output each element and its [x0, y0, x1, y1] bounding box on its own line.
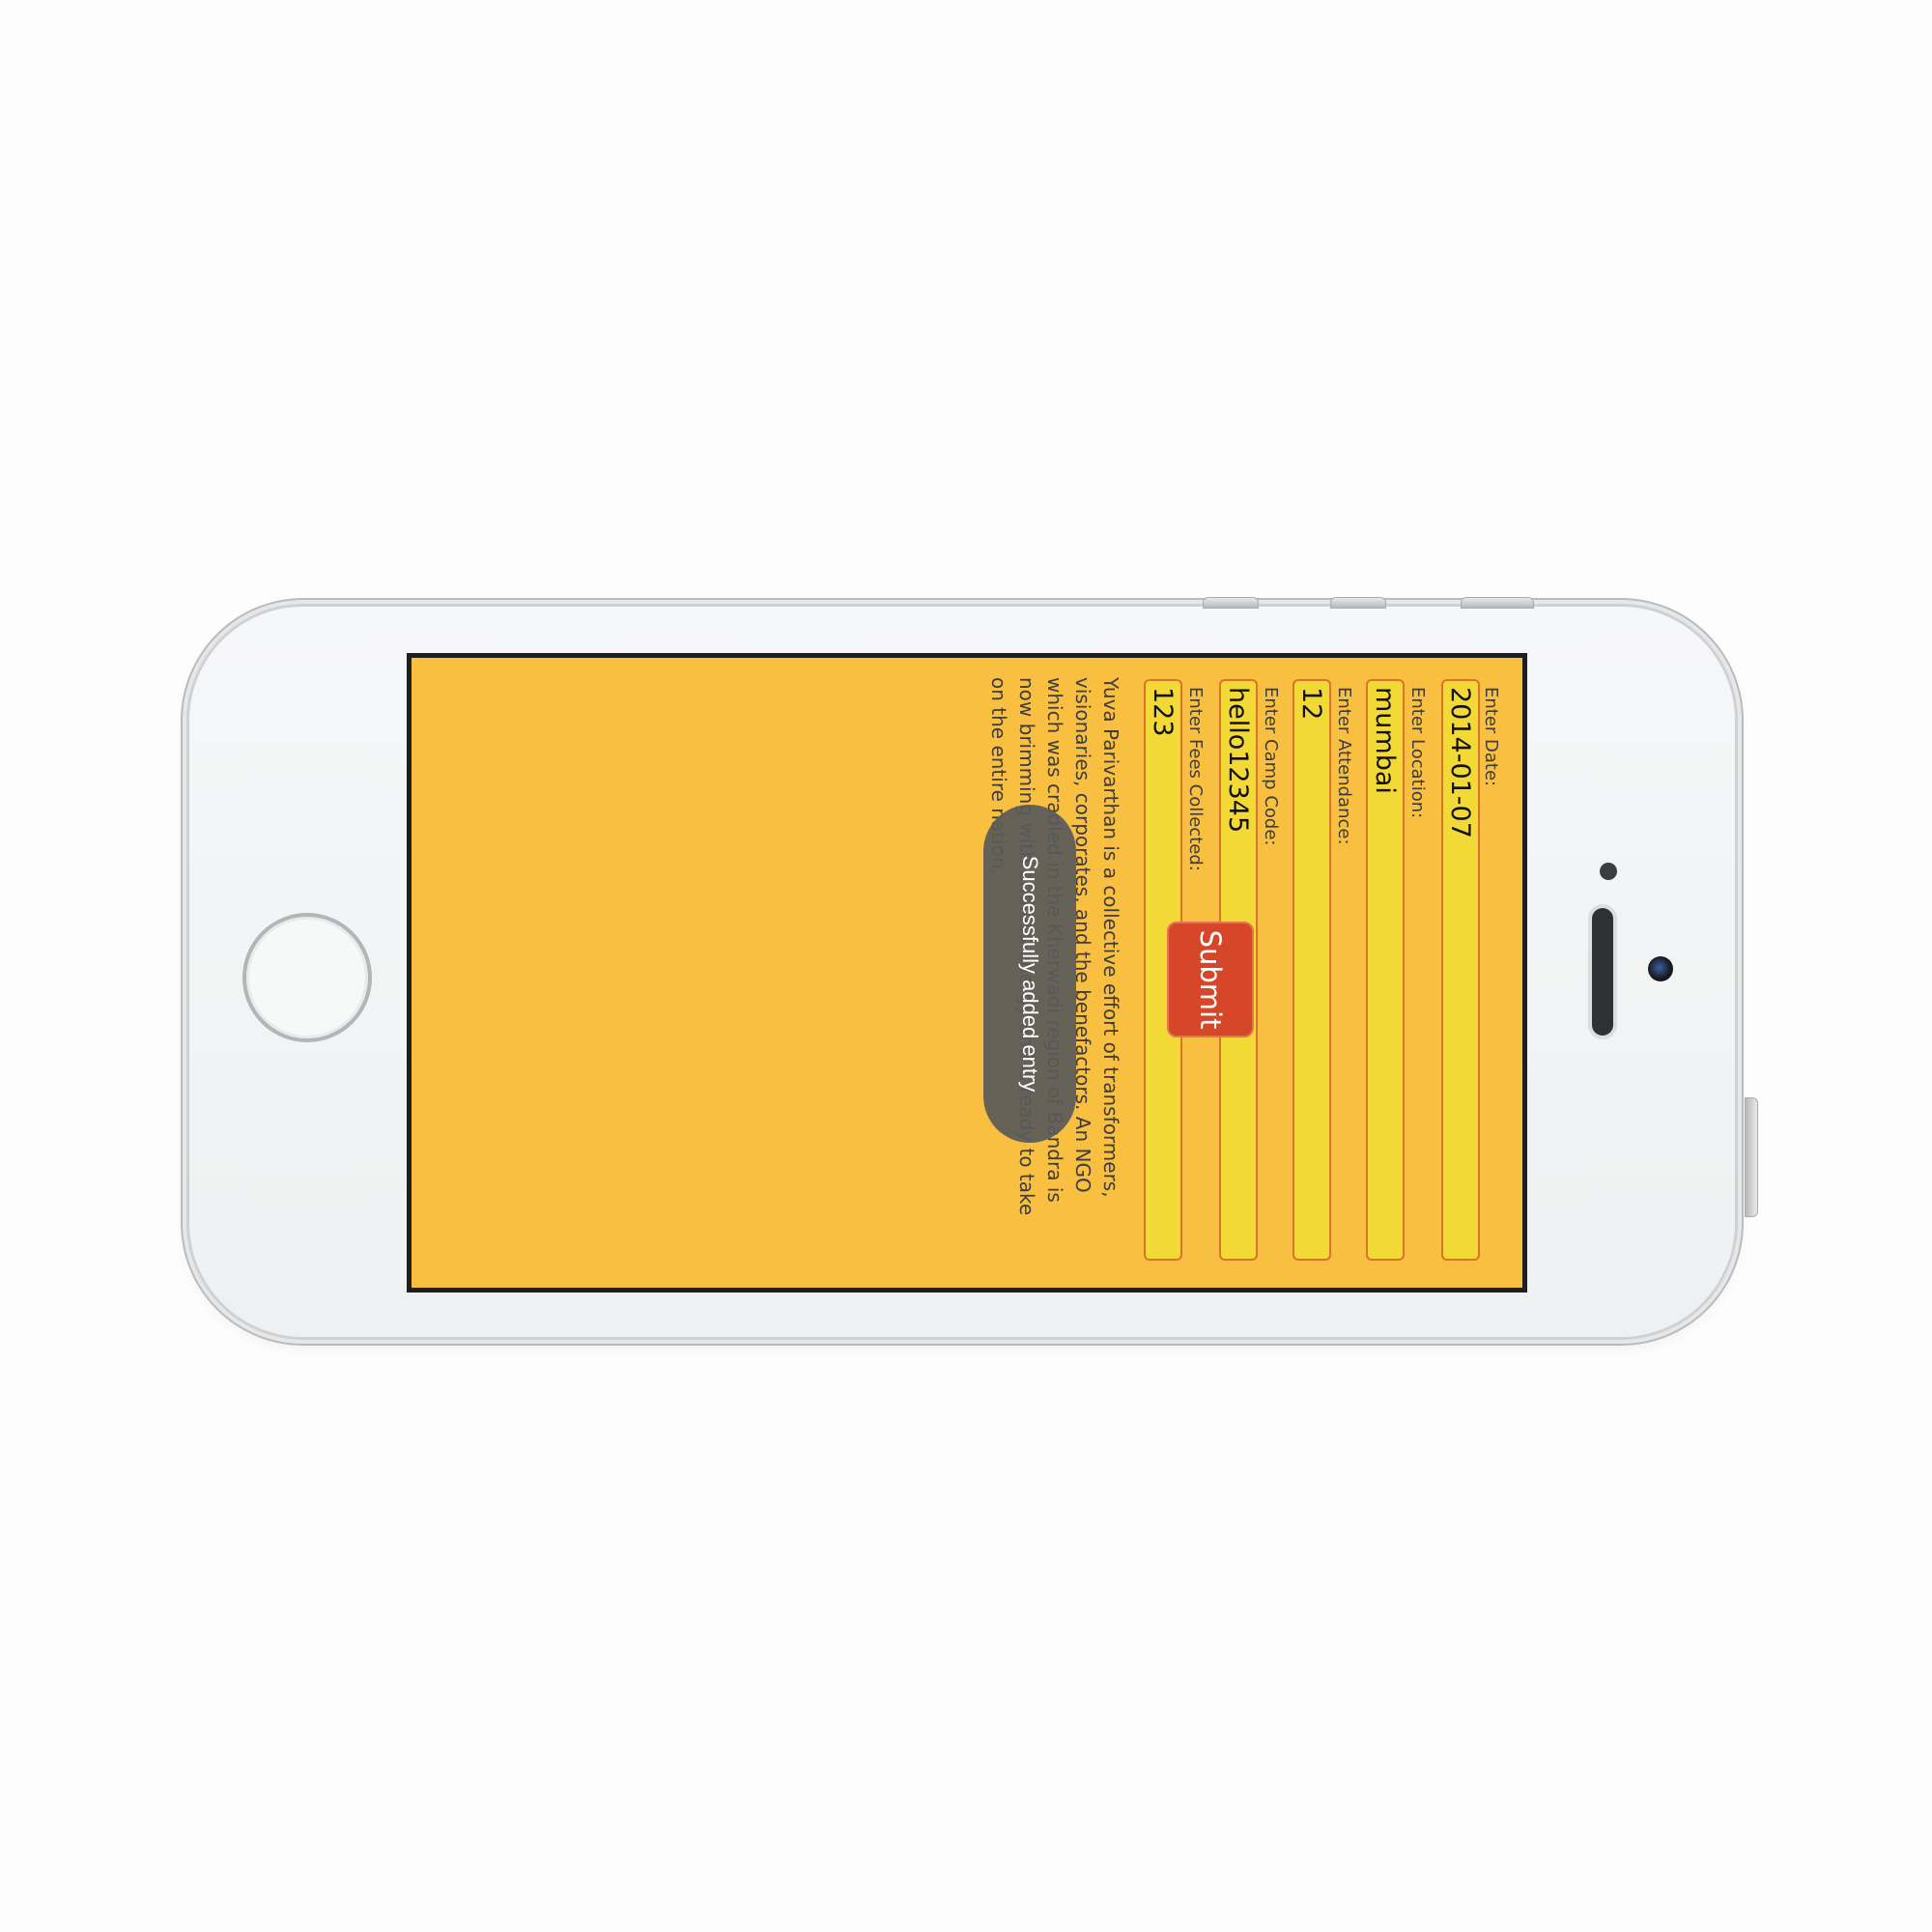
submit-button[interactable]: Submit [1167, 922, 1254, 1037]
mute-switch [1203, 597, 1259, 609]
phone-screen: Enter Date: Enter Location: Enter Attend… [407, 653, 1527, 1293]
power-button [1745, 1097, 1758, 1217]
attendance-label: Enter Attendance: [1334, 687, 1354, 845]
attendance-input[interactable] [1293, 679, 1331, 1261]
date-label: Enter Date: [1481, 687, 1501, 787]
location-input[interactable] [1366, 679, 1405, 1261]
earpiece-speaker [1592, 908, 1613, 1036]
app-view: Enter Date: Enter Location: Enter Attend… [412, 658, 1522, 1288]
home-button[interactable] [242, 913, 372, 1042]
proximity-sensor [1600, 863, 1617, 880]
location-label: Enter Location: [1407, 687, 1428, 819]
fees-label: Enter Fees Collected: [1185, 687, 1206, 871]
toast-message: Successfully added entry [983, 805, 1076, 1143]
volume-up-button [1330, 597, 1386, 609]
front-camera [1648, 956, 1673, 981]
camp-code-label: Enter Camp Code: [1261, 687, 1281, 846]
volume-down-button [1461, 597, 1534, 609]
app-content: Enter Date: Enter Location: Enter Attend… [412, 658, 1522, 1288]
date-input[interactable] [1441, 679, 1480, 1261]
